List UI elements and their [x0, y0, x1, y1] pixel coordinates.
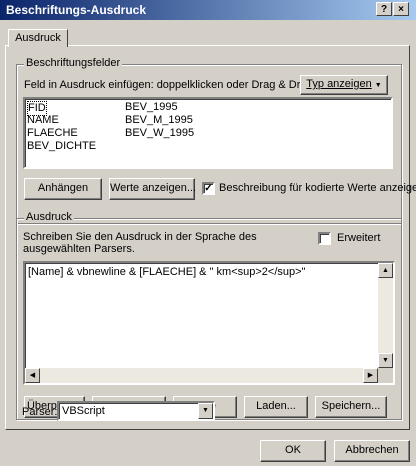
advanced-checkbox[interactable] [318, 232, 331, 245]
list-item[interactable]: BEV_W_1995 [125, 127, 194, 140]
cancel-button[interactable]: Abbrechen [334, 440, 410, 462]
expression-group-legend: Ausdruck [24, 211, 74, 223]
fields-list[interactable]: FID NAME FLAECHE BEV_DICHTE BEV_1995 BEV… [23, 97, 393, 169]
list-item[interactable]: NAME [27, 114, 59, 127]
expression-textarea[interactable]: [Name] & vbnewline & [FLAECHE] & " km<su… [23, 261, 395, 385]
title-bar: Beschriftungs-Ausdruck ? × [0, 0, 416, 20]
expression-description-line1: Schreiben Sie den Ausdruck in der Sprach… [23, 231, 257, 243]
parser-value: VBScript [62, 405, 105, 417]
append-button[interactable]: Anhängen [24, 178, 102, 200]
scroll-up-icon[interactable]: ▲ [378, 263, 393, 278]
tab-panel: Beschriftungsfelder Feld in Ausdruck ein… [5, 45, 416, 430]
list-item[interactable]: BEV_M_1995 [125, 114, 193, 127]
list-item[interactable]: BEV_1995 [125, 101, 178, 114]
list-item[interactable]: FLAECHE [27, 127, 78, 140]
help-title-button[interactable]: ? [376, 2, 392, 16]
chevron-down-icon[interactable]: ▼ [198, 403, 213, 419]
scroll-corner [378, 368, 393, 383]
window-title: Beschriftungs-Ausdruck [6, 3, 147, 17]
type-show-button[interactable]: Typ anzeigen ▼ [300, 75, 388, 95]
fields-hint: Feld in Ausdruck einfügen: doppelklicken… [24, 79, 313, 91]
parser-select[interactable]: VBScript ▼ [57, 401, 215, 421]
close-title-button[interactable]: × [393, 2, 409, 16]
load-button[interactable]: Laden... [244, 396, 308, 418]
coded-values-label: Beschreibung für kodierte Werte anzeigen [219, 182, 416, 194]
vertical-scrollbar[interactable]: ▲ ▼ [378, 263, 393, 368]
scroll-down-icon[interactable]: ▼ [378, 353, 393, 368]
parser-label: Parser: [22, 406, 58, 418]
expression-text[interactable]: [Name] & vbnewline & [FLAECHE] & " km<su… [28, 266, 305, 278]
chevron-down-icon: ▼ [374, 82, 382, 89]
save-button[interactable]: Speichern... [315, 396, 387, 418]
scroll-left-icon[interactable]: ◀ [25, 368, 40, 383]
expression-description-line2: ausgewählten Parsers. [23, 243, 135, 255]
fields-group-legend: Beschriftungsfelder [24, 57, 123, 69]
fields-group: Beschriftungsfelder Feld in Ausdruck ein… [16, 57, 416, 224]
expression-group: Ausdruck Schreiben Sie den Ausdruck in d… [16, 211, 402, 420]
horizontal-scrollbar[interactable]: ◀ ▶ [25, 368, 378, 383]
tab-ausdruck[interactable]: Ausdruck [8, 29, 68, 47]
advanced-label: Erweitert [337, 232, 381, 244]
show-values-button[interactable]: Werte anzeigen... [109, 178, 196, 200]
ok-button[interactable]: OK [260, 440, 326, 462]
scroll-right-icon[interactable]: ▶ [363, 368, 378, 383]
list-item[interactable]: BEV_DICHTE [27, 140, 96, 153]
coded-values-checkbox[interactable]: ✓ [202, 182, 215, 195]
